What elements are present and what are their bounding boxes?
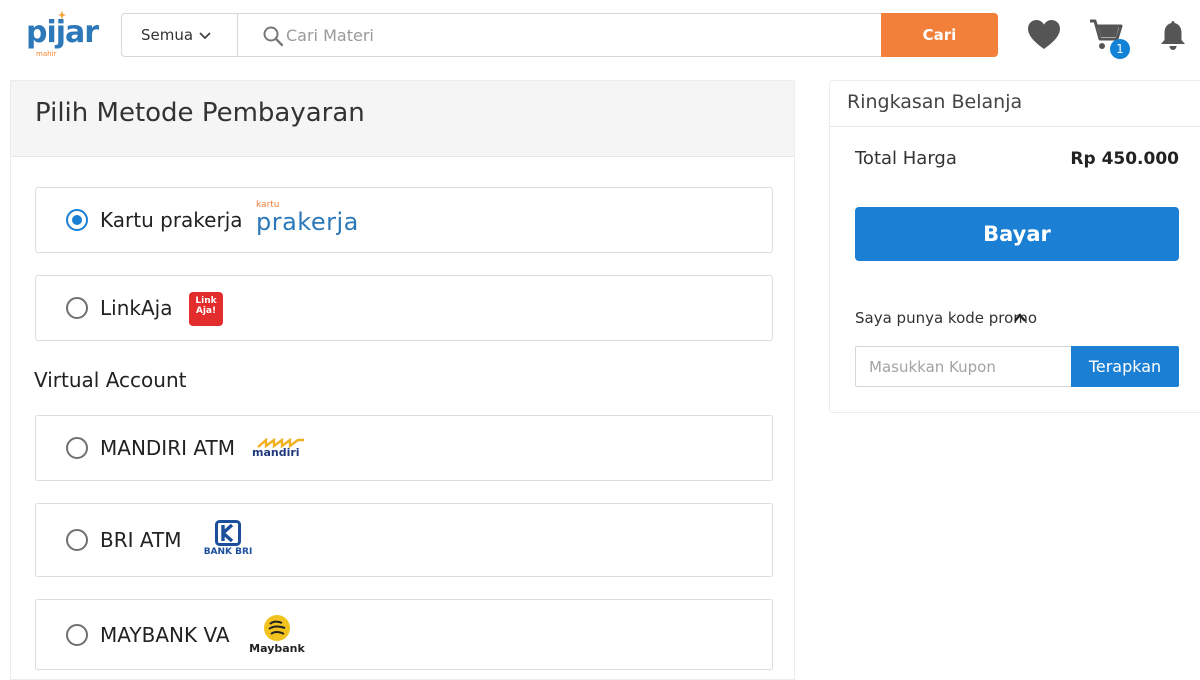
summary-divider [830, 126, 1200, 127]
radio-button[interactable] [66, 624, 88, 646]
payment-method-header: Pilih Metode Pembayaran [11, 81, 794, 157]
search-button[interactable]: Cari [881, 13, 998, 57]
payment-option-label: BRI ATM [100, 528, 182, 552]
chevron-up-icon[interactable] [1013, 311, 1027, 325]
maybank-logo-text: Maybank [249, 642, 305, 655]
order-summary-panel: Ringkasan Belanja Total Harga Rp 450.000… [829, 80, 1200, 413]
heart-icon [1028, 20, 1060, 49]
linkaja-logo-text: Link Aja! [195, 296, 217, 316]
notifications-button[interactable] [1156, 18, 1196, 58]
radio-button[interactable] [66, 297, 88, 319]
category-dropdown-value: Semua [141, 26, 194, 44]
top-header: pijar mahir Semua Cari 1 [0, 0, 1200, 72]
radio-button[interactable] [66, 437, 88, 459]
search-bar: Semua Cari [121, 13, 998, 57]
total-price-value: Rp 450.000 [1070, 149, 1179, 169]
payment-option-label: LinkAja [100, 296, 173, 320]
payment-option-label: MANDIRI ATM [100, 436, 235, 460]
payment-option-kartu-prakerja[interactable]: Kartu prakerja kartu prakerja [35, 187, 773, 253]
bri-logo-text: BANK BRI [203, 547, 253, 557]
payment-option-label: MAYBANK VA [100, 623, 230, 647]
mandiri-logo: mandiri [252, 436, 306, 460]
payment-option-mandiri-atm[interactable]: MANDIRI ATM mandiri [35, 415, 773, 481]
linkaja-logo: Link Aja! [189, 292, 223, 326]
pijar-logo[interactable]: pijar mahir [26, 10, 106, 60]
wishlist-button[interactable] [1025, 16, 1065, 56]
payment-method-panel: Pilih Metode Pembayaran Kartu prakerja k… [10, 80, 795, 680]
apply-coupon-button[interactable]: Terapkan [1071, 346, 1179, 387]
radio-button-selected[interactable] [66, 209, 88, 231]
maybank-tiger-icon [264, 615, 290, 641]
total-price-label: Total Harga [855, 148, 957, 169]
chevron-down-icon [199, 32, 211, 40]
page-title: Pilih Metode Pembayaran [35, 98, 365, 128]
pay-button[interactable]: Bayar [855, 207, 1179, 261]
promo-code-toggle[interactable]: Saya punya kode promo [855, 307, 1037, 329]
coupon-input[interactable] [855, 346, 1071, 387]
bell-icon [1161, 21, 1185, 50]
search-input[interactable] [286, 20, 876, 50]
payment-option-linkaja[interactable]: LinkAja Link Aja! [35, 275, 773, 341]
maybank-logo: Maybank [246, 614, 308, 658]
logo-subtext: mahir [36, 50, 57, 58]
summary-title: Ringkasan Belanja [847, 91, 1023, 113]
cart-button[interactable]: 1 [1088, 17, 1130, 59]
cart-count-badge: 1 [1110, 39, 1130, 59]
payment-option-label: Kartu prakerja [100, 208, 243, 232]
logo-wordmark: pijar [26, 15, 99, 50]
payment-option-bri-atm[interactable]: BRI ATM BANK BRI [35, 503, 773, 577]
radio-button[interactable] [66, 529, 88, 551]
search-icon [263, 26, 284, 47]
bri-logo: BANK BRI [202, 520, 254, 560]
section-label-virtual-account: Virtual Account [34, 368, 187, 392]
prakerja-logo: kartu prakerja [256, 200, 366, 240]
mandiri-logo-text: mandiri [252, 446, 300, 459]
payment-option-maybank-va[interactable]: MAYBANK VA Maybank [35, 599, 773, 670]
bri-mark-icon [215, 520, 241, 546]
prakerja-logo-text: prakerja [256, 208, 359, 236]
category-dropdown[interactable]: Semua [122, 14, 238, 56]
